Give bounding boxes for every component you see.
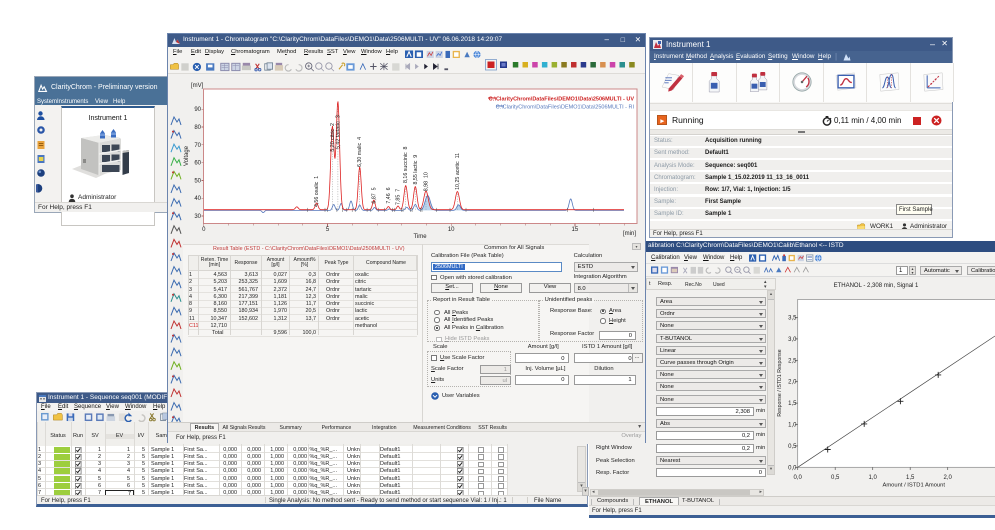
svg-text:10: 10 [448, 227, 455, 233]
svg-text:3,5: 3,5 [788, 316, 797, 322]
svg-text:1,5: 1,5 [906, 475, 915, 481]
svg-text:1,0: 1,0 [869, 475, 878, 481]
svg-text:5: 5 [326, 227, 330, 233]
svg-text:[min]: [min] [623, 231, 636, 237]
svg-text:7,46 6: 7,46 6 [386, 187, 392, 203]
svg-text:ETHANOL - 2,308 min, Signal 1: ETHANOL - 2,308 min, Signal 1 [834, 283, 919, 289]
svg-text:1,5: 1,5 [788, 401, 797, 407]
svg-text:40: 40 [194, 196, 201, 202]
svg-text:1,0: 1,0 [788, 423, 797, 429]
svg-text:5,42 tartaric 3: 5,42 tartaric 3 [335, 115, 341, 149]
svg-text:4,56 oxalic 1: 4,56 oxalic 1 [314, 176, 320, 207]
svg-text:2,5: 2,5 [788, 358, 797, 364]
svg-text:2,0: 2,0 [788, 380, 797, 386]
svg-text:Time: Time [413, 234, 427, 240]
svg-text:8,98 10: 8,98 10 [424, 172, 430, 191]
svg-text:C:\ClarityChrom\DataFiles\DEMO: C:\ClarityChrom\DataFiles\DEMO1\Data\250… [496, 105, 635, 111]
svg-text:15: 15 [572, 227, 579, 233]
svg-text:C:\ClarityChrom\DataFiles\DEMO: C:\ClarityChrom\DataFiles\DEMO1\Data\250… [489, 97, 635, 103]
svg-text:30: 30 [194, 214, 201, 220]
svg-text:Voltage: Voltage [184, 145, 190, 166]
svg-text:0,5: 0,5 [831, 475, 840, 481]
svg-text:8,55 lactic 9: 8,55 lactic 9 [413, 155, 419, 185]
svg-text:6,87 5: 6,87 5 [371, 187, 377, 203]
svg-text:50: 50 [194, 178, 201, 184]
svg-text:Amount / ISTD1 Amount: Amount / ISTD1 Amount [882, 483, 945, 489]
svg-text:70: 70 [194, 143, 201, 149]
svg-text:6,30 malic 4: 6,30 malic 4 [357, 137, 363, 167]
svg-text:0,0: 0,0 [794, 475, 803, 481]
svg-text:10,25 acetic 11: 10,25 acetic 11 [455, 153, 461, 190]
svg-text:2,0: 2,0 [944, 475, 953, 481]
svg-text:[mV]: [mV] [191, 83, 204, 89]
svg-text:3,0: 3,0 [788, 337, 797, 343]
svg-text:7,85 7: 7,85 7 [396, 189, 402, 205]
svg-text:90: 90 [194, 107, 201, 113]
svg-text:0,0: 0,0 [788, 465, 797, 471]
svg-text:0: 0 [202, 227, 206, 233]
svg-text:8,16 succinic 8: 8,16 succinic 8 [403, 146, 409, 183]
svg-text:0,5: 0,5 [788, 444, 797, 450]
svg-text:Response / ISTD1 Response: Response / ISTD1 Response [777, 349, 783, 416]
svg-text:80: 80 [194, 125, 201, 131]
svg-text:60: 60 [194, 161, 201, 167]
